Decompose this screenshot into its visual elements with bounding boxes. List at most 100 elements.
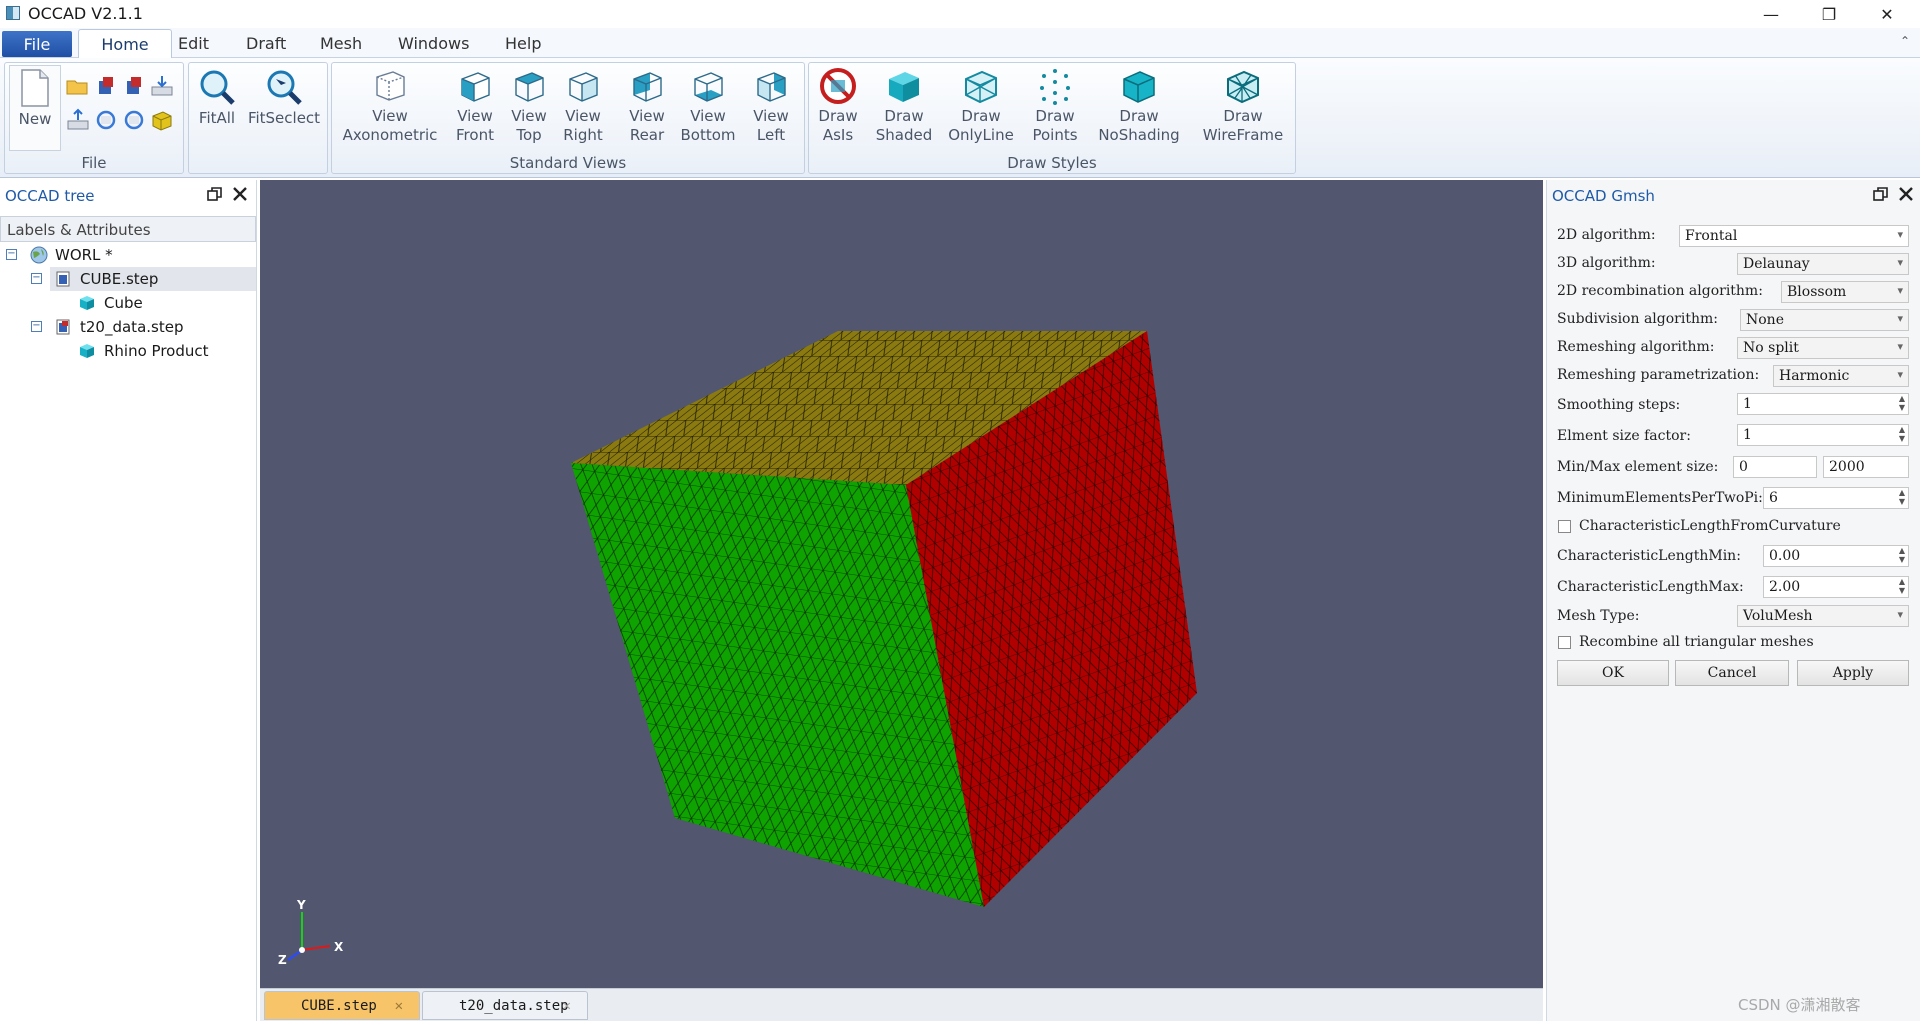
- max-size-input[interactable]: 2000: [1823, 456, 1909, 478]
- menu-windows[interactable]: Windows: [398, 34, 469, 53]
- front-cube-icon: [461, 72, 490, 102]
- close-panel-icon[interactable]: [1898, 186, 1914, 202]
- close-tab-icon[interactable]: ✕: [563, 998, 571, 1014]
- menu-mesh[interactable]: Mesh: [320, 34, 362, 53]
- view-right-button[interactable]: View Right: [558, 65, 608, 151]
- view-top-label-1: View: [511, 107, 547, 125]
- doc-tab-t20-step[interactable]: t20_data.step ✕: [422, 991, 588, 1020]
- subdiv-label: Subdivision algorithm:: [1557, 311, 1718, 327]
- fitall-label: FitAll: [198, 109, 236, 127]
- 3d-viewport[interactable]: Y X Z: [260, 180, 1543, 988]
- draw-points-button[interactable]: Draw Points: [1025, 65, 1085, 151]
- close-button[interactable]: ✕: [1858, 0, 1916, 28]
- min-per-2pi-spinbox[interactable]: 6 ▲ ▼: [1763, 487, 1909, 509]
- close-tab-icon[interactable]: ✕: [395, 998, 403, 1014]
- open-folder-icon[interactable]: [65, 73, 91, 99]
- tab-home[interactable]: Home: [78, 29, 172, 59]
- subdiv-select[interactable]: None: [1740, 309, 1909, 331]
- menu-draft[interactable]: Draft: [246, 34, 286, 53]
- draw-shaded-label-1: Draw: [884, 107, 924, 125]
- view-left-button[interactable]: View Left: [744, 65, 798, 151]
- ok-button[interactable]: OK: [1557, 660, 1669, 686]
- export-icon[interactable]: [121, 73, 147, 99]
- collapse-icon[interactable]: −: [31, 273, 42, 284]
- recomb2d-select[interactable]: Blossom: [1781, 281, 1909, 303]
- close-panel-icon[interactable]: [232, 186, 248, 202]
- spin-arrows-icon[interactable]: ▲ ▼: [1899, 394, 1905, 412]
- algo2d-select[interactable]: Frontal: [1679, 225, 1909, 247]
- view-axonometric-button[interactable]: View Axonometric: [334, 65, 446, 151]
- draw-onlyline-button[interactable]: Draw OnlyLine: [943, 65, 1019, 151]
- globe-icon: [30, 246, 48, 264]
- spin-arrows-icon[interactable]: ▲ ▼: [1899, 425, 1905, 443]
- float-panel-icon[interactable]: [207, 186, 223, 202]
- spin-arrows-icon[interactable]: ▲ ▼: [1899, 488, 1905, 506]
- char-from-curvature-checkbox[interactable]: [1558, 520, 1571, 533]
- doc-tab-cube-step[interactable]: CUBE.step ✕: [264, 991, 420, 1020]
- remesh-algo-select[interactable]: No split: [1737, 337, 1909, 359]
- mesh-type-select[interactable]: VoluMesh: [1737, 605, 1909, 627]
- draw-styles-label: Draw Styles: [1007, 154, 1097, 172]
- document-icon: [56, 271, 70, 287]
- tree-label: CUBE.step: [80, 270, 159, 288]
- draw-noshading-button[interactable]: Draw NoShading: [1089, 65, 1189, 151]
- view-front-button[interactable]: View Front: [450, 65, 500, 151]
- cancel-button[interactable]: Cancel: [1675, 660, 1789, 686]
- tree-item-t20-step[interactable]: − t20_data.step: [0, 315, 256, 339]
- axis-x-label: X: [334, 940, 344, 954]
- spin-arrows-icon[interactable]: ▲ ▼: [1899, 546, 1905, 564]
- gmsh-panel-title: OCCAD Gmsh: [1552, 187, 1655, 205]
- apply-button[interactable]: Apply: [1797, 660, 1909, 686]
- minimize-button[interactable]: —: [1742, 0, 1800, 28]
- view-rear-button[interactable]: View Rear: [622, 65, 672, 151]
- tree-item-rhino-product[interactable]: Rhino Product: [0, 339, 256, 363]
- recombine-all-checkbox[interactable]: [1558, 636, 1571, 649]
- view-axonometric-label-2: Axonometric: [342, 126, 438, 144]
- save-tray-icon[interactable]: [149, 73, 175, 99]
- restore-button[interactable]: ❐: [1800, 0, 1858, 28]
- menu-file[interactable]: File: [2, 31, 72, 57]
- rear-cube-icon: [633, 72, 662, 102]
- draw-asis-button[interactable]: Draw AsIs: [811, 65, 865, 151]
- tree-item-cube[interactable]: Cube: [0, 291, 256, 315]
- draw-asis-label-2: AsIs: [822, 126, 854, 144]
- fitall-button[interactable]: FitAll: [193, 65, 241, 151]
- collapse-icon[interactable]: −: [6, 249, 17, 260]
- top-cube-icon: [515, 72, 544, 102]
- refresh-icon[interactable]: [93, 107, 119, 133]
- grid-cube-icon[interactable]: [149, 107, 175, 133]
- view-bottom-button[interactable]: View Bottom: [676, 65, 740, 151]
- draw-noshading-label-2: NoShading: [1098, 126, 1180, 144]
- menu-edit[interactable]: Edit: [178, 34, 209, 53]
- tree-panel-title: OCCAD tree: [5, 187, 95, 205]
- collapse-icon[interactable]: −: [31, 321, 42, 332]
- zoom-icon: [200, 70, 235, 105]
- ribbon-collapse-icon[interactable]: ⌃: [1900, 34, 1910, 48]
- min-per-2pi-label: MinimumElementsPerTwoPi:: [1557, 490, 1763, 506]
- remesh-param-select[interactable]: Harmonic: [1773, 365, 1909, 387]
- algo3d-select[interactable]: Delaunay: [1737, 253, 1909, 275]
- tree-item-cube-step[interactable]: − CUBE.step: [31, 267, 256, 291]
- draw-shaded-button[interactable]: Draw Shaded: [869, 65, 939, 151]
- draw-wireframe-button[interactable]: Draw WireFrame: [1193, 65, 1293, 151]
- new-button[interactable]: New: [9, 65, 61, 151]
- float-panel-icon[interactable]: [1873, 186, 1889, 202]
- smoothing-spinbox[interactable]: 1 ▲ ▼: [1737, 393, 1909, 415]
- char-max-spinbox[interactable]: 2.00 ▲ ▼: [1763, 576, 1909, 598]
- axis-y-label: Y: [296, 898, 306, 912]
- size-factor-label: Elment size factor:: [1557, 428, 1691, 444]
- app-icon: [6, 6, 20, 20]
- spin-arrows-icon[interactable]: ▲ ▼: [1899, 577, 1905, 595]
- tree-item-world[interactable]: − WORL *: [0, 243, 256, 267]
- size-factor-spinbox[interactable]: 1 ▲ ▼: [1737, 424, 1909, 446]
- view-top-button[interactable]: View Top: [504, 65, 554, 151]
- min-size-input[interactable]: 0: [1733, 456, 1817, 478]
- wire-cube-icon: [965, 70, 997, 104]
- load-tray-icon[interactable]: [65, 107, 91, 133]
- fitselect-button[interactable]: FitSeclect: [243, 65, 325, 151]
- import-icon[interactable]: [93, 73, 119, 99]
- reload-icon[interactable]: [121, 107, 147, 133]
- view-bottom-label-2: Bottom: [680, 126, 736, 144]
- menu-help[interactable]: Help: [505, 34, 541, 53]
- char-min-spinbox[interactable]: 0.00 ▲ ▼: [1763, 545, 1909, 567]
